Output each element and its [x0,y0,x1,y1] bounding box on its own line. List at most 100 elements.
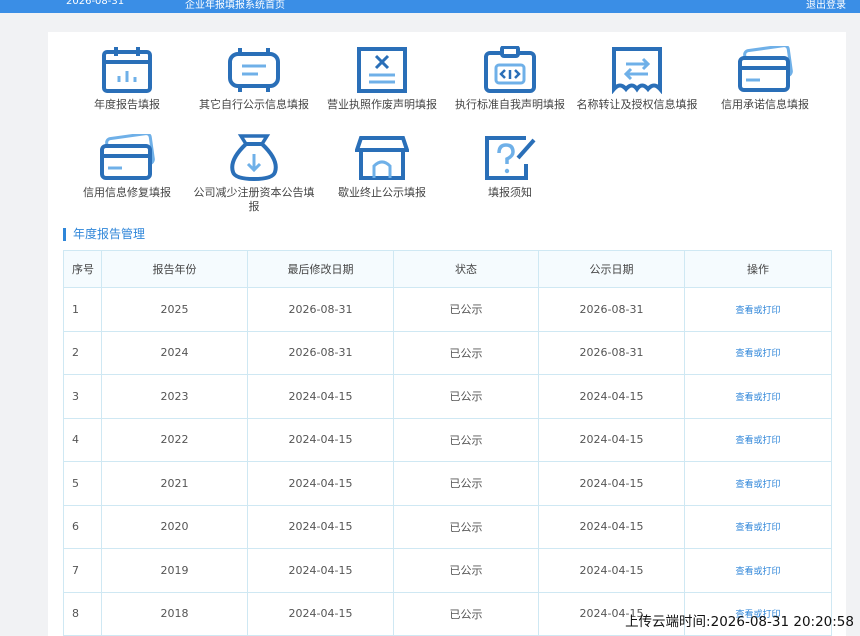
cell-year: 2022 [101,417,248,462]
tile-label: 信用信息修复填报 [83,186,171,199]
view-print-link[interactable]: 查看或打印 [735,306,780,316]
column-header-action: 操作 [684,250,832,288]
store-icon [355,136,409,180]
cell-index: 1 [63,287,102,332]
cell-action: 查看或打印 [684,330,832,375]
main-panel: 年度报告填报 其它自行公示信息填报 营业执照作废声明填报 执行标准自我声明填报 … [48,32,846,636]
void-license-icon [357,47,407,93]
tile-label: 填报须知 [488,186,532,199]
column-header-year: 报告年份 [101,250,248,288]
view-print-link[interactable]: 查看或打印 [735,480,780,490]
calendar-chart-icon [102,47,152,93]
tile-standard-declaration[interactable]: 执行标准自我声明填报 [445,46,575,112]
tile-label: 歇业终止公示填报 [338,186,426,199]
cell-index: 8 [63,591,102,636]
cell-modified-date: 2024-04-15 [247,417,394,462]
cell-status: 已公示 [393,374,539,419]
tile-label: 营业执照作废声明填报 [327,98,437,111]
table-row: 3 2023 2024-04-15 已公示 2024-04-15 查看或打印 [63,374,832,419]
cell-modified-date: 2024-04-15 [247,461,394,506]
cell-action: 查看或打印 [684,548,832,593]
cell-year: 2024 [101,330,248,375]
cell-action: 查看或打印 [684,287,832,332]
table-row: 1 2025 2026-08-31 已公示 2026-08-31 查看或打印 [63,287,832,332]
upload-time-stamp: 上传云端时间:2026-08-31 20:20:58 [625,614,854,630]
transfer-icon [612,47,662,94]
tile-label: 公司减少注册资本公告填报 [193,186,315,213]
cell-year: 2023 [101,374,248,419]
cell-modified-date: 2024-04-15 [247,591,394,636]
cell-publish-date: 2024-04-15 [538,374,685,419]
cell-status: 已公示 [393,504,539,549]
cell-year: 2021 [101,461,248,506]
cell-status: 已公示 [393,417,539,462]
cell-action: 查看或打印 [684,374,832,419]
cell-index: 6 [63,504,102,549]
cell-publish-date: 2024-04-15 [538,548,685,593]
cell-year: 2025 [101,287,248,332]
cell-index: 2 [63,330,102,375]
money-bag-icon [230,134,278,182]
cell-publish-date: 2024-04-15 [538,461,685,506]
cell-action: 查看或打印 [684,461,832,506]
column-header-status: 状态 [393,250,539,288]
table-header-row: 序号 报告年份 最后修改日期 状态 公示日期 操作 [63,250,832,288]
monitor-doc-icon [228,48,280,92]
cell-publish-date: 2026-08-31 [538,330,685,375]
view-print-link[interactable]: 查看或打印 [735,523,780,533]
tile-other-info[interactable]: 其它自行公示信息填报 [189,46,319,112]
cell-status: 已公示 [393,287,539,332]
table-row: 5 2021 2024-04-15 已公示 2024-04-15 查看或打印 [63,461,832,506]
tile-capital-reduction[interactable]: 公司减少注册资本公告填报 [189,134,319,214]
card-repair-icon [100,134,155,180]
cell-status: 已公示 [393,461,539,506]
cell-publish-date: 2024-04-15 [538,417,685,462]
cell-modified-date: 2024-04-15 [247,504,394,549]
cell-action: 查看或打印 [684,504,832,549]
cell-index: 4 [63,417,102,462]
table-row: 2 2024 2026-08-31 已公示 2026-08-31 查看或打印 [63,330,832,375]
cell-status: 已公示 [393,591,539,636]
tile-business-termination[interactable]: 歇业终止公示填报 [317,134,447,200]
column-header-index: 序号 [63,250,102,288]
cell-modified-date: 2026-08-31 [247,287,394,332]
logout-link[interactable]: 退出登录 [806,0,846,11]
header-date: 2026-08-31 [66,0,125,7]
cell-publish-date: 2024-04-15 [538,504,685,549]
cell-year: 2018 [101,591,248,636]
cell-status: 已公示 [393,548,539,593]
help-edit-icon [485,136,536,180]
view-print-link[interactable]: 查看或打印 [735,567,780,577]
cell-modified-date: 2026-08-31 [247,330,394,375]
tile-filing-notice[interactable]: 填报须知 [445,134,575,200]
view-print-link[interactable]: 查看或打印 [735,393,780,403]
table-row: 6 2020 2024-04-15 已公示 2024-04-15 查看或打印 [63,504,832,549]
cell-modified-date: 2024-04-15 [247,374,394,419]
header-title: 企业年报填报系统首页 [185,0,285,11]
top-bar: 2026-08-31 企业年报填报系统首页 退出登录 [0,0,860,13]
tile-label: 信用承诺信息填报 [721,98,809,111]
tile-label: 年度报告填报 [94,98,160,111]
cell-index: 5 [63,461,102,506]
cell-year: 2020 [101,504,248,549]
view-print-link[interactable]: 查看或打印 [735,436,780,446]
tile-credit-promise[interactable]: 信用承诺信息填报 [700,46,830,112]
tile-label: 其它自行公示信息填报 [199,98,309,111]
cell-publish-date: 2026-08-31 [538,287,685,332]
cell-modified-date: 2024-04-15 [247,548,394,593]
column-header-publish-date: 公示日期 [538,250,685,288]
section-title: 年度报告管理 [63,228,145,241]
cell-index: 3 [63,374,102,419]
table-row: 4 2022 2024-04-15 已公示 2024-04-15 查看或打印 [63,417,832,462]
tile-name-transfer[interactable]: 名称转让及授权信息填报 [572,46,702,112]
table-row: 7 2019 2024-04-15 已公示 2024-04-15 查看或打印 [63,548,832,593]
tile-annual-report[interactable]: 年度报告填报 [62,46,192,112]
tile-license-void[interactable]: 营业执照作废声明填报 [317,46,447,112]
tile-credit-repair[interactable]: 信用信息修复填报 [62,134,192,200]
view-print-link[interactable]: 查看或打印 [735,349,780,359]
card-icon [738,46,793,92]
cell-status: 已公示 [393,330,539,375]
tile-label: 执行标准自我声明填报 [455,98,565,111]
cell-year: 2019 [101,548,248,593]
clipboard-code-icon [484,46,536,93]
